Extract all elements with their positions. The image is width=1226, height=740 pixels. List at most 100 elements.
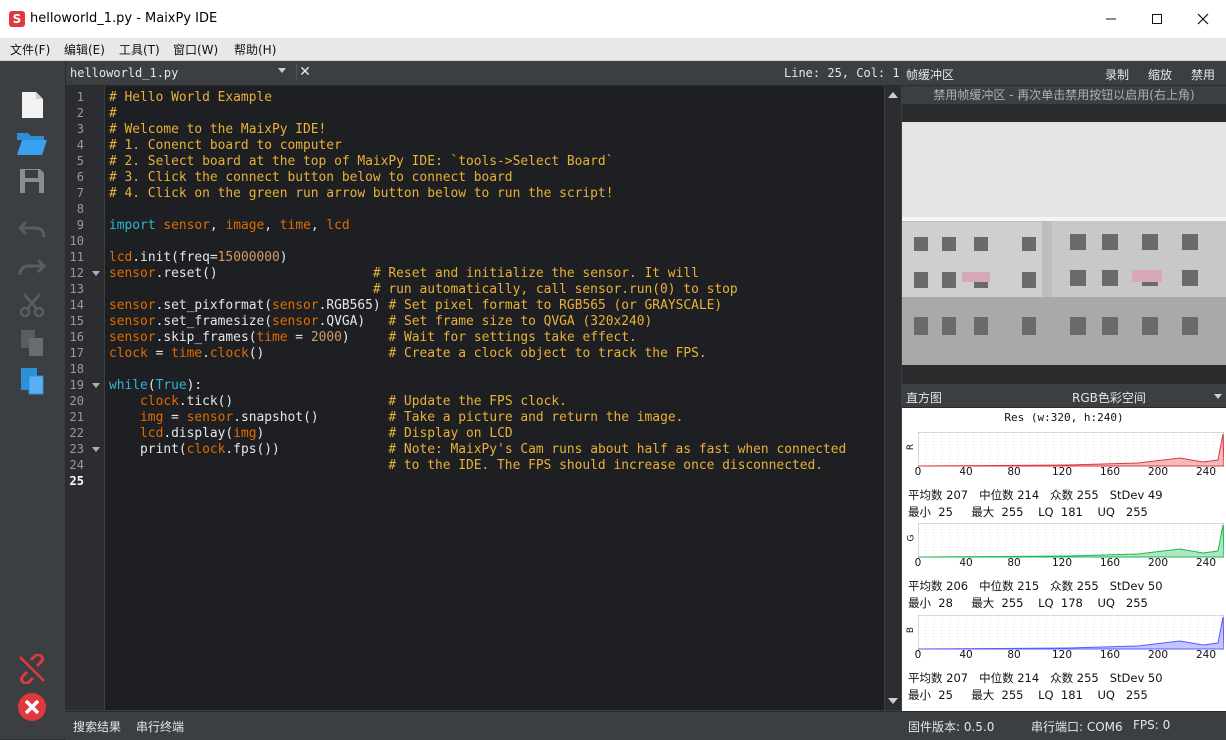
code-line[interactable]: print(clock.fps()) # Note: MaixPy's Cam … [109,442,846,457]
close-tab-button[interactable]: ✕ [296,64,313,80]
code-line[interactable]: img = sensor.snapshot() # Take a picture… [109,410,683,425]
window-title: helloworld_1.py - MaixPy IDE [30,11,218,26]
menu-tools[interactable]: 工具(T) [119,41,160,58]
menu-window[interactable]: 窗口(W) [173,41,218,58]
histogram-curve [918,616,1224,650]
line-number: 5 [76,154,84,168]
line-number: 21 [69,410,84,424]
paste-button[interactable] [14,363,50,399]
tick-label: 160 [1099,466,1121,478]
code-line[interactable]: clock = time.clock() # Create a clock ob… [109,346,707,361]
new-file-button[interactable] [14,87,50,123]
editor-scrollbar[interactable] [885,86,901,710]
line-number: 9 [76,218,84,232]
code-line[interactable]: # 1. Conenct board to computer [109,138,342,153]
color-space-select[interactable]: RGB色彩空间 [1072,389,1146,406]
chevron-down-icon[interactable] [1214,394,1222,399]
code-line[interactable]: # 4. Click on the green run arrow button… [109,186,613,201]
code-line[interactable]: sensor.skip_frames(time = 2000) # Wait f… [109,330,637,345]
stats-row-1: 平均数 206 中位数 215 众数 255 StDev 50 [908,579,1163,593]
menu-file[interactable]: 文件(F) [10,41,50,58]
fold-marker-icon[interactable] [92,383,100,388]
histogram-title: 直方图 [906,391,943,405]
editor-tab-bar: helloworld_1.py ✕ Line: 25, Col: 1 [66,61,901,86]
scroll-down-icon[interactable] [888,698,898,704]
tick-label: 0 [914,466,922,478]
tick-label: 0 [914,557,922,569]
code-line[interactable]: # [109,106,117,121]
code-line[interactable]: sensor.set_pixformat(sensor.RGB565) # Se… [109,298,722,313]
line-number: 1 [76,90,84,104]
menu-help[interactable]: 帮助(H) [234,41,276,58]
copy-icon [21,330,43,356]
line-number: 24 [69,458,84,472]
stats-row-2: 最小 28 最大 255 LQ 178 UQ 255 [908,596,1148,610]
code-line[interactable]: # 3. Click the connect button below to c… [109,170,513,185]
stats-row-2: 最小 25 最大 255 LQ 181 UQ 255 [908,505,1148,519]
code-line[interactable]: # to the IDE. The FPS should increase on… [109,458,823,473]
save-file-button[interactable] [14,163,50,199]
code-line[interactable]: sensor.set_framesize(sensor.QVGA) # Set … [109,314,652,329]
tick-label: 40 [959,466,973,478]
tick-label: 40 [959,649,973,661]
code-line[interactable]: # run automatically, call sensor.run(0) … [109,282,738,297]
paste-icon [21,368,44,395]
line-number: 16 [69,330,84,344]
scroll-up-icon[interactable] [888,92,898,98]
copy-button[interactable] [14,325,50,361]
histogram-plot [918,615,1224,650]
tab-helloworld[interactable]: helloworld_1.py [70,66,178,80]
minimize-button[interactable] [1088,0,1134,38]
tick-label: 240 [1195,649,1217,661]
histogram-plot [918,523,1224,558]
histogram-header: 直方图 RGB色彩空间 [902,385,1226,408]
connect-button[interactable] [14,651,50,687]
left-toolbar [0,61,66,721]
tick-label: 120 [1051,466,1073,478]
undo-button[interactable] [14,211,50,247]
code-line[interactable]: clock.tick() # Update the FPS clock. [109,394,567,409]
fold-marker-icon[interactable] [92,271,100,276]
tick-label: 160 [1099,649,1121,661]
serial-terminal-tab[interactable]: 串行终端 [136,718,184,735]
tick-label: 240 [1195,557,1217,569]
code-line[interactable]: import sensor, image, time, lcd [109,218,350,233]
code-line[interactable]: sensor.reset() # Reset and initialize th… [109,266,699,281]
code-line[interactable]: while(True): [109,378,202,393]
code-line[interactable]: lcd.init(freq=15000000) [109,250,288,265]
tick-label: 160 [1099,557,1121,569]
run-stop-button[interactable] [14,689,50,725]
stats-row-1: 平均数 207 中位数 214 众数 255 StDev 49 [908,488,1163,502]
fold-marker-icon[interactable] [92,447,100,452]
open-file-button[interactable] [14,125,50,161]
histogram-panel: Res (w:320, h:240) R 0 40 80 120 160 200 240 平均数… [902,408,1226,711]
close-window-button[interactable] [1180,0,1226,38]
app-logo-icon: S [9,11,25,27]
code-line[interactable]: # Welcome to the MaixPy IDE! [109,122,326,137]
menu-edit[interactable]: 编辑(E) [64,41,105,58]
tick-label: 80 [1007,557,1021,569]
disable-button[interactable]: 禁用 [1191,66,1215,83]
line-number: 20 [69,394,84,408]
redo-button[interactable] [14,249,50,285]
close-icon [1197,13,1209,25]
code-line[interactable]: lcd.display(img) # Display on LCD [109,426,513,441]
status-bar: 搜索结果 串行终端 固件版本: 0.5.0 串行端口: COM6 FPS: 0 [66,711,1226,740]
line-number: 2 [76,106,84,120]
code-line[interactable]: # 2. Select board at the top of MaixPy I… [109,154,613,169]
record-button[interactable]: 录制 [1105,66,1129,83]
histogram-curve [918,433,1224,467]
code-editor[interactable]: # Hello World Example # # Welcome to the M… [105,86,884,710]
maximize-button[interactable] [1134,0,1180,38]
resolution-label: Res (w:320, h:240) [1004,411,1124,424]
cut-button[interactable] [14,287,50,323]
tab-dropdown-icon[interactable] [278,68,286,73]
zoom-button[interactable]: 缩放 [1148,66,1172,83]
scissors-icon [19,293,45,318]
channel-label: B [906,626,917,634]
minimize-icon [1106,18,1116,20]
code-line[interactable]: # Hello World Example [109,90,272,105]
search-results-tab[interactable]: 搜索结果 [73,718,121,735]
channel-label: G [906,534,917,542]
histogram-channel-r: R 0 40 80 120 160 200 240 平均数 207 中位数 214 众数 255… [902,430,1226,522]
